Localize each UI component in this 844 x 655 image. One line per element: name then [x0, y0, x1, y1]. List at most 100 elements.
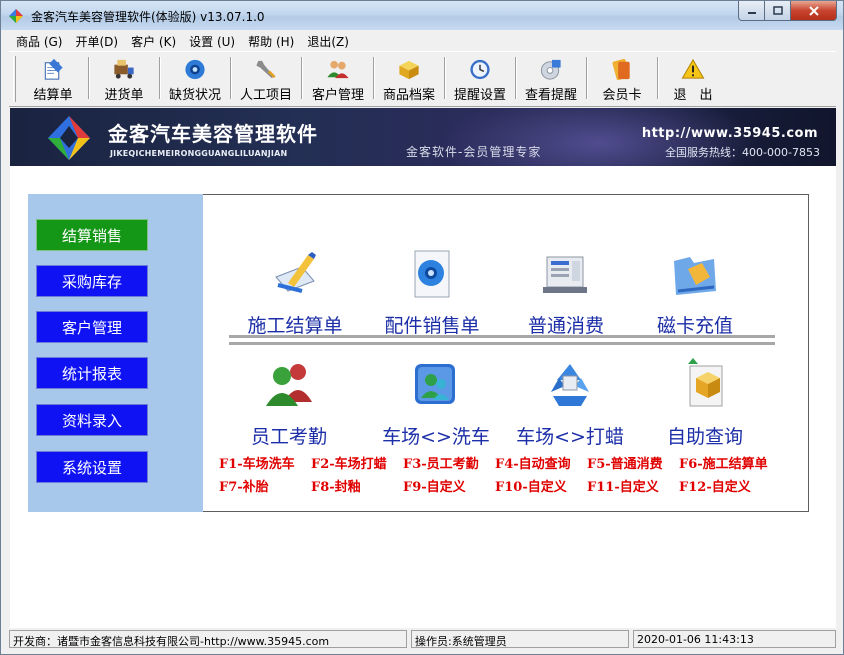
general-consumption-button[interactable]: 普通消费: [506, 247, 626, 338]
hotkey-f7[interactable]: F7-补胎: [219, 476, 311, 495]
yard-wax-button[interactable]: 车场<>打蜡: [510, 358, 630, 449]
brand-banner: 金客汽车美容管理软件 JIKEQICHEMEIRONGGUANGLILUANJI…: [10, 108, 836, 166]
toolbar-label: 商品档案: [382, 88, 435, 103]
sidebar-item-reports[interactable]: 统计报表: [36, 357, 148, 389]
wash-icon: [415, 364, 455, 404]
toolbar-label: 进货单: [104, 88, 144, 103]
toolbar-label: 查看提醒: [524, 88, 577, 103]
maximize-button[interactable]: [765, 1, 791, 21]
hotkey-f8[interactable]: F8-封釉: [311, 476, 403, 495]
checkout-icon: [44, 58, 63, 80]
toolbar-purchase-button[interactable]: 进货单: [93, 55, 155, 103]
toolbar-separator: [88, 57, 90, 99]
app-window: 金客汽车美容管理软件(体验版) v13.07.1.0 商品 (G) 开单(D) …: [0, 0, 844, 655]
toolbar-label: 客户管理: [311, 88, 364, 103]
employees-icon: [266, 364, 312, 406]
title-bar[interactable]: 金客汽车美容管理软件(体验版) v13.07.1.0: [1, 1, 843, 30]
menu-customer[interactable]: 客户 (K): [124, 30, 182, 50]
truck-icon: [114, 59, 134, 79]
toolbar-separator: [444, 57, 446, 99]
toolbar-label: 提醒设置: [453, 88, 506, 103]
toolbar-separator: [301, 57, 303, 99]
company-logo-icon: [48, 116, 90, 160]
window-controls: [738, 1, 837, 21]
minimize-button[interactable]: [738, 1, 765, 21]
toolbar-separator: [586, 57, 588, 99]
toolbar-view-reminders-button[interactable]: 查看提醒: [520, 55, 582, 103]
function-label: 车场<>打蜡: [516, 426, 624, 448]
hotkey-f2[interactable]: F2-车场打蜡: [311, 453, 403, 472]
toolbar-grip[interactable]: [13, 56, 16, 102]
status-operator: 操作员:系统管理员: [411, 630, 629, 648]
hotkey-f4[interactable]: F4-自动查询: [495, 453, 587, 472]
hotkey-f9[interactable]: F9-自定义: [403, 476, 495, 495]
minimize-icon: [747, 11, 756, 14]
toolbar-reminder-settings-button[interactable]: 提醒设置: [449, 55, 511, 103]
box-icon: [399, 60, 419, 80]
function-label: 施工结算单: [247, 315, 343, 337]
toolbar-checkout-button[interactable]: 结算单: [23, 55, 83, 103]
function-label: 普通消费: [527, 315, 604, 337]
menu-bar: 商品 (G) 开单(D) 客户 (K) 设置 (U) 帮助 (H) 退出(Z): [9, 30, 836, 50]
brand-title: 金客汽车美容管理软件: [108, 122, 318, 146]
toolbar-label: 人工项目: [239, 88, 292, 103]
toolbar-labor-button[interactable]: 人工项目: [235, 55, 297, 103]
gear-globe-icon: [185, 59, 205, 80]
hotkey-f1[interactable]: F1-车场洗车: [219, 453, 311, 472]
section-divider: [229, 335, 775, 345]
brand-hotline: 全国服务热线：400-000-7853: [665, 146, 820, 159]
function-label: 配件销售单: [384, 315, 480, 337]
hotkey-f3[interactable]: F3-员工考勤: [403, 453, 495, 472]
sidebar-item-customer-management[interactable]: 客户管理: [36, 311, 148, 343]
sidebar-item-checkout-sales[interactable]: 结算销售: [36, 219, 148, 251]
function-label: 车场<>洗车: [382, 426, 490, 448]
toolbar-exit-button[interactable]: 退 出: [662, 55, 724, 103]
status-developer: 开发商：诸暨市金客信息科技有限公司-http://www.35945.com: [9, 630, 407, 648]
close-button[interactable]: [791, 1, 837, 21]
menu-goods[interactable]: 商品 (G): [9, 30, 68, 50]
menu-exit[interactable]: 退出(Z): [300, 30, 355, 50]
window-title: 金客汽车美容管理软件(体验版) v13.07.1.0: [31, 10, 265, 24]
hotkey-f10[interactable]: F10-自定义: [495, 476, 587, 495]
menu-order[interactable]: 开单(D): [68, 30, 124, 50]
gear-document-icon: [414, 250, 450, 298]
card-recharge-button[interactable]: 磁卡充值: [635, 247, 755, 338]
sidebar-item-system-settings[interactable]: 系统设置: [36, 451, 148, 483]
brand-subtitle: JIKEQICHEMEIRONGGUANGLILUANJIAN: [110, 149, 288, 158]
card-icon: [612, 58, 630, 81]
hotkeys-row-2: F7-补胎 F8-封釉 F9-自定义 F10-自定义 F11-自定义 F12-自…: [219, 476, 799, 495]
menu-help[interactable]: 帮助 (H): [241, 30, 300, 50]
function-panel: 施工结算单 配件销售单 普通消费 磁卡充值 员工考勤 车场<>洗车 车场<>打蜡…: [203, 194, 809, 512]
toolbar-customer-button[interactable]: 客户管理: [306, 55, 370, 103]
recycle-icon: [551, 364, 589, 406]
toolbar: 结算单 进货单 缺货状况 人工项目 客户管理 商品档案 提醒设置 查看提醒 会员…: [9, 51, 836, 107]
toolbar-products-button[interactable]: 商品档案: [378, 55, 440, 103]
disc-icon: [540, 59, 561, 80]
function-label: 自助查询: [666, 426, 743, 448]
self-service-query-button[interactable]: 自助查询: [645, 358, 765, 449]
brand-slogan: 金客软件-会员管理专家: [406, 145, 542, 159]
hotkey-f5[interactable]: F5-普通消费: [587, 453, 679, 472]
construction-checkout-button[interactable]: 施工结算单: [235, 247, 355, 338]
cash-register-icon: [543, 256, 587, 293]
toolbar-label: 退 出: [673, 88, 713, 103]
people-icon: [327, 60, 349, 79]
toolbar-label: 缺货状况: [168, 88, 221, 103]
toolbar-separator: [657, 57, 659, 99]
sidebar-item-data-entry[interactable]: 资料录入: [36, 404, 148, 436]
employee-attendance-button[interactable]: 员工考勤: [229, 358, 349, 449]
menu-settings[interactable]: 设置 (U): [182, 30, 241, 50]
function-label: 磁卡充值: [656, 315, 733, 337]
hotkey-f11[interactable]: F11-自定义: [587, 476, 679, 495]
toolbar-member-card-button[interactable]: 会员卡: [591, 55, 653, 103]
function-label: 员工考勤: [250, 426, 327, 448]
hotkey-f12[interactable]: F12-自定义: [679, 476, 787, 495]
yard-wash-button[interactable]: 车场<>洗车: [376, 358, 496, 449]
brand-url: http://www.35945.com: [641, 126, 818, 141]
hotkeys-row-1: F1-车场洗车 F2-车场打蜡 F3-员工考勤 F4-自动查询 F5-普通消费 …: [219, 453, 799, 472]
warning-icon: [681, 58, 705, 79]
sidebar-item-purchase-stock[interactable]: 采购库存: [36, 265, 148, 297]
parts-sales-button[interactable]: 配件销售单: [372, 247, 492, 338]
hotkey-f6[interactable]: F6-施工结算单: [679, 453, 787, 472]
toolbar-shortage-button[interactable]: 缺货状况: [164, 55, 226, 103]
